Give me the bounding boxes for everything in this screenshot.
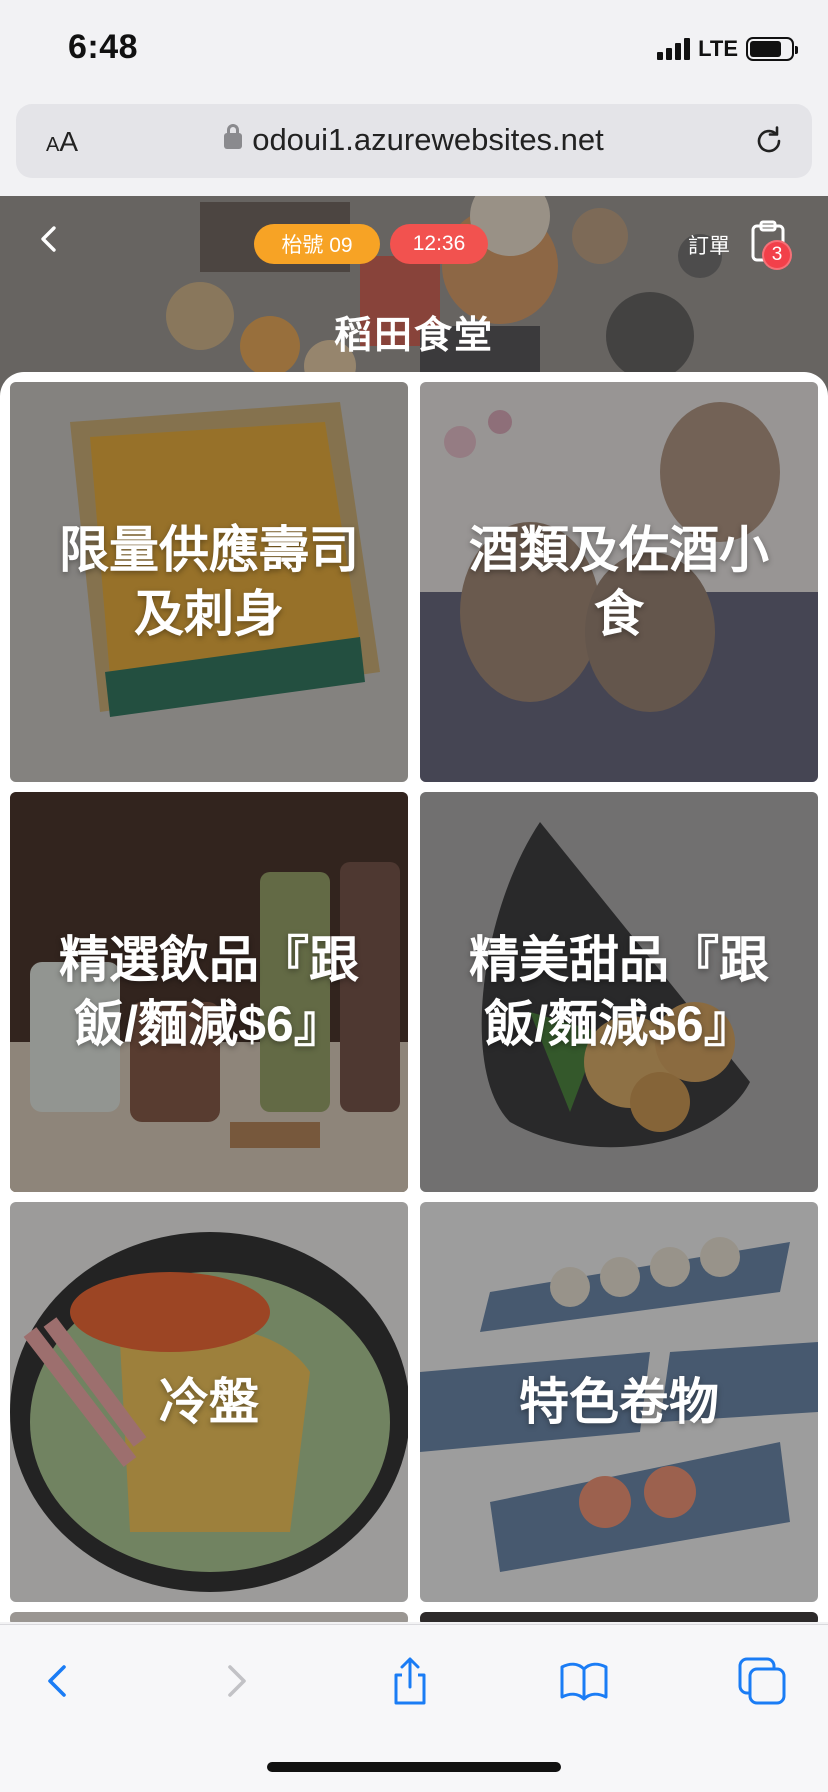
- battery-icon: [746, 37, 798, 61]
- table-number-badge: 枱號 09: [254, 224, 380, 264]
- store-header: 枱號 09 12:36 訂單 3 稻田食堂: [0, 196, 828, 396]
- order-label[interactable]: 訂單: [688, 230, 730, 260]
- address-bar[interactable]: AA odoui1.azurewebsites.net: [16, 104, 812, 178]
- time-badge: 12:36: [390, 224, 488, 264]
- category-tile-cold-dishes[interactable]: 冷盤: [10, 1202, 408, 1602]
- url-text: odoui1.azurewebsites.net: [252, 122, 604, 157]
- category-tile-drinks[interactable]: 精選飲品『跟飯/麵減$6』: [10, 792, 408, 1192]
- order-count-badge: 3: [762, 240, 792, 270]
- bookmarks-icon[interactable]: [558, 1655, 610, 1707]
- category-tile-sushi-sashimi[interactable]: 限量供應壽司及刺身: [10, 382, 408, 782]
- lock-icon: [224, 124, 243, 149]
- category-label: 特色卷物: [519, 1374, 719, 1430]
- category-list: 限量供應壽司及刺身 酒類及佐酒小食 精選飲品『跟飯/麵減$6』 精美甜品『跟飯/…: [0, 372, 828, 1622]
- category-tile-drinks-snacks[interactable]: 酒類及佐酒小食: [420, 382, 818, 782]
- category-tile-special-rolls[interactable]: 特色卷物: [420, 1202, 818, 1602]
- url-field[interactable]: odoui1.azurewebsites.net: [16, 122, 812, 158]
- signal-icon: [657, 38, 691, 60]
- status-bar: 6:48 LTE: [0, 0, 828, 96]
- back-button[interactable]: [32, 222, 66, 256]
- back-icon[interactable]: [32, 1655, 84, 1707]
- category-label: 精美甜品『跟飯/麵減$6』: [469, 932, 769, 1052]
- category-label: 精選飲品『跟飯/麵減$6』: [59, 932, 359, 1052]
- category-tile-partial[interactable]: [420, 1612, 818, 1622]
- category-label: 酒類及佐酒小食: [469, 522, 769, 642]
- reload-icon[interactable]: [752, 124, 786, 158]
- status-indicators: LTE: [657, 36, 798, 62]
- store-name: 稻田食堂: [333, 315, 494, 357]
- share-icon[interactable]: [384, 1655, 436, 1707]
- status-time: 6:48: [68, 28, 139, 66]
- category-tile-desserts[interactable]: 精美甜品『跟飯/麵減$6』: [420, 792, 818, 1192]
- home-indicator: [267, 1762, 561, 1772]
- forward-icon[interactable]: [210, 1655, 262, 1707]
- tabs-icon[interactable]: [736, 1655, 788, 1707]
- category-label: 冷盤: [159, 1374, 259, 1430]
- category-tile-partial[interactable]: [10, 1612, 408, 1622]
- category-label: 限量供應壽司及刺身: [59, 522, 359, 642]
- network-label: LTE: [698, 36, 738, 61]
